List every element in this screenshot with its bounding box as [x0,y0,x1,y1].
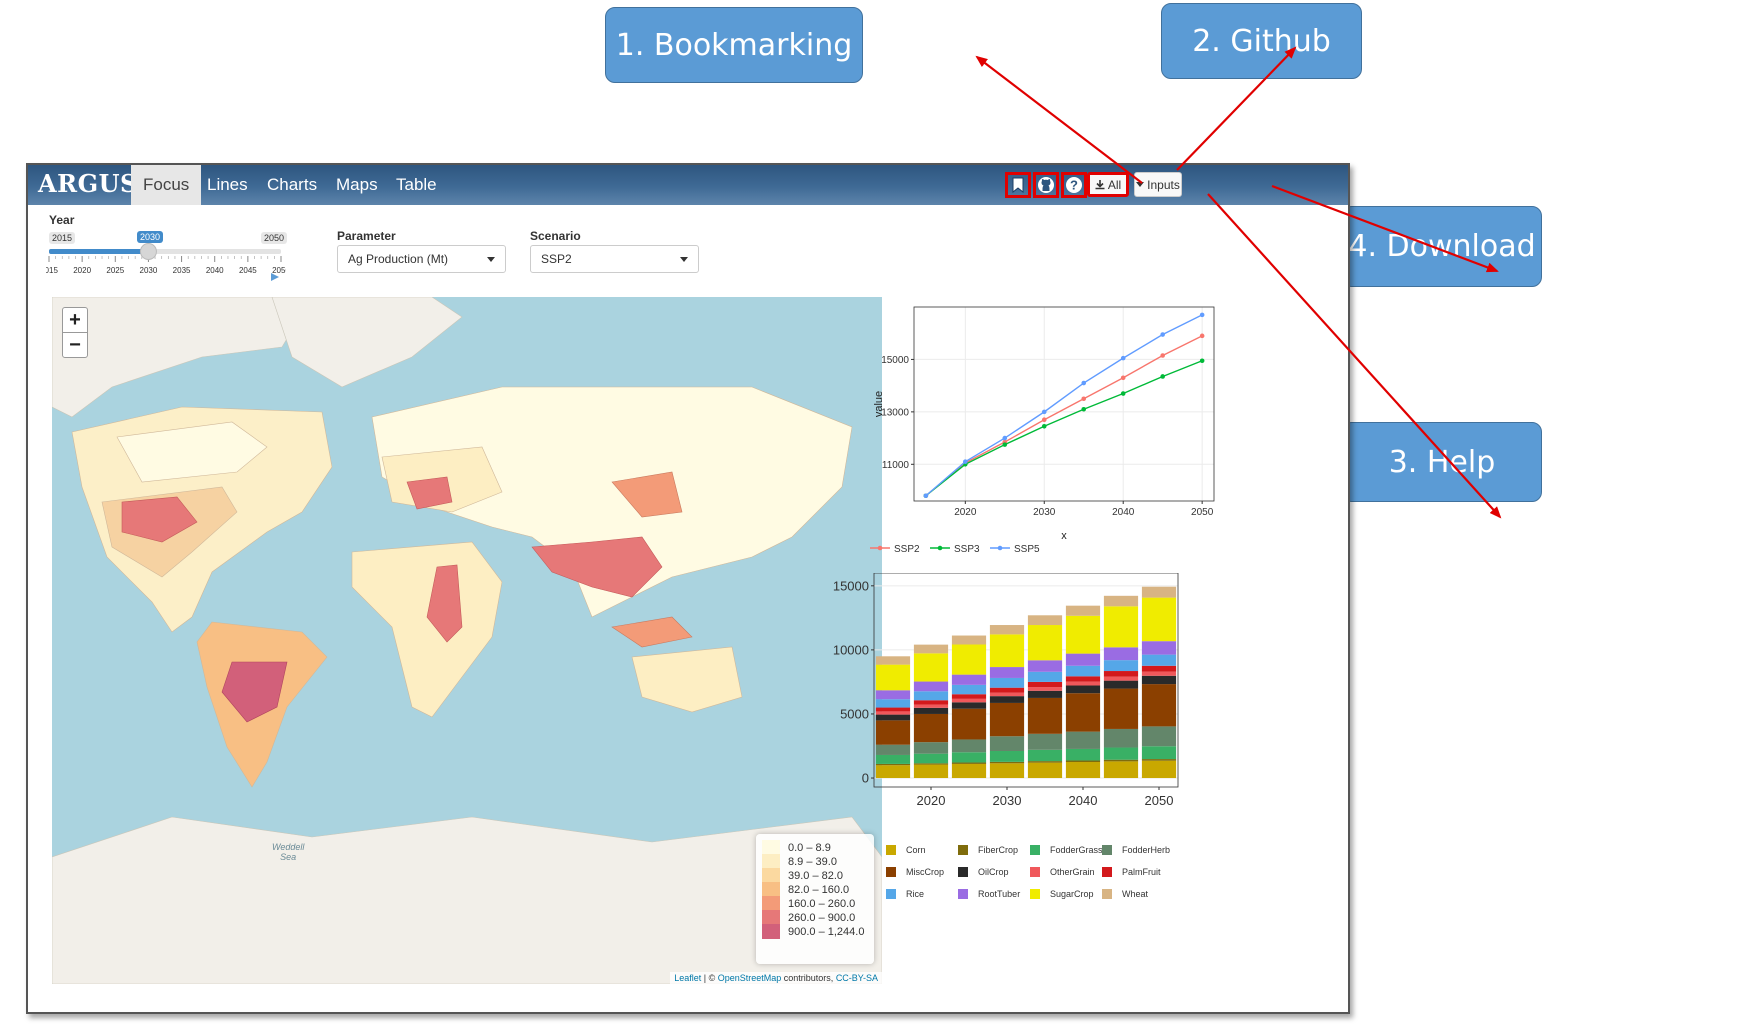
arrow-to-github [1176,46,1297,171]
arrow-to-help [1207,193,1502,519]
arrow-to-bookmarking [975,55,1143,184]
arrow-to-download [1271,184,1499,273]
annotation-arrows [975,46,1502,519]
